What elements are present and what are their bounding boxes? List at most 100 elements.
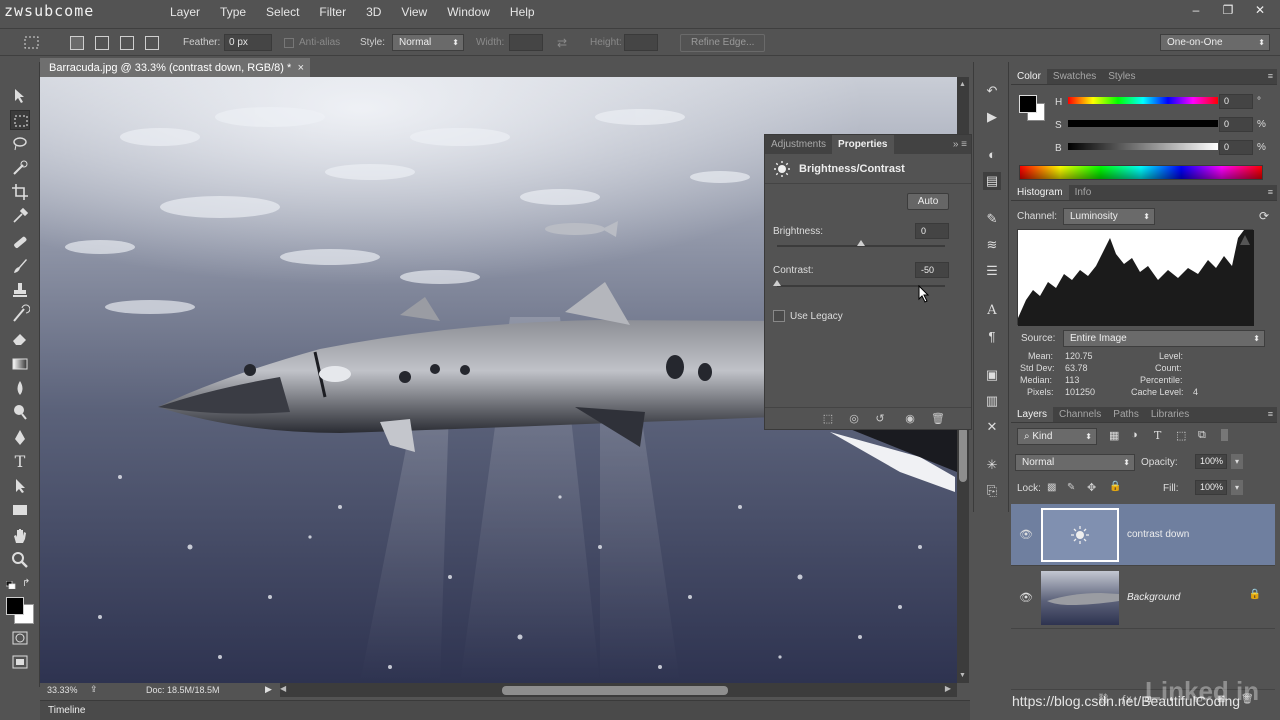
close-document-icon[interactable]: × bbox=[298, 58, 304, 78]
new-selection-icon[interactable] bbox=[70, 36, 84, 50]
panel-menu-icon[interactable]: ≡ bbox=[1268, 71, 1273, 81]
filter-adjustment-icon[interactable]: ◑ bbox=[1131, 429, 1138, 441]
menu-type[interactable]: Type bbox=[210, 5, 256, 19]
scroll-left-icon[interactable]: ◀ bbox=[280, 684, 286, 693]
workspace-select[interactable]: One-on-One ⬍ bbox=[1160, 34, 1270, 51]
brightness-hsb-input[interactable]: 0 bbox=[1219, 140, 1253, 155]
tab-paths[interactable]: Paths bbox=[1107, 407, 1145, 422]
view-previous-state-icon[interactable]: ◎ bbox=[847, 412, 861, 426]
quick-selection-tool-icon[interactable] bbox=[10, 158, 30, 178]
filter-pixel-icon[interactable]: ▦ bbox=[1109, 429, 1119, 442]
hue-slider[interactable] bbox=[1068, 97, 1218, 104]
foreground-color-swatch[interactable] bbox=[6, 597, 24, 615]
paragraph-icon[interactable]: ¶ bbox=[983, 328, 1001, 346]
type-tool-icon[interactable]: T bbox=[10, 452, 30, 472]
actions-play-icon[interactable]: ▶ bbox=[983, 108, 1001, 126]
layer-name[interactable]: contrast down bbox=[1127, 529, 1189, 540]
blend-mode-select[interactable]: Normal ⬍ bbox=[1015, 454, 1135, 471]
refresh-icon[interactable]: ⟳ bbox=[1259, 209, 1269, 223]
notes-icon[interactable]: ▥ bbox=[983, 392, 1001, 410]
feather-input[interactable]: 0 px bbox=[224, 34, 272, 51]
marquee-tool-preset-icon[interactable] bbox=[22, 33, 42, 53]
antialias-checkbox[interactable] bbox=[284, 38, 294, 48]
filter-smart-object-icon[interactable]: ⧉ bbox=[1198, 429, 1206, 442]
tab-layers[interactable]: Layers bbox=[1011, 407, 1054, 422]
eyedropper-tool-icon[interactable] bbox=[10, 206, 30, 226]
hue-input[interactable]: 0 bbox=[1219, 94, 1253, 109]
filter-shape-icon[interactable]: ⬚ bbox=[1176, 429, 1186, 442]
layer-row[interactable]: 👁 Background 🔒 bbox=[1011, 567, 1275, 629]
source-select[interactable]: Entire Image ⬍ bbox=[1063, 330, 1265, 347]
brush-tool-icon[interactable] bbox=[10, 256, 30, 276]
history-icon[interactable]: ↶ bbox=[983, 82, 1001, 100]
default-colors-icon[interactable] bbox=[5, 580, 16, 590]
blur-tool-icon[interactable] bbox=[10, 378, 30, 398]
lasso-tool-icon[interactable] bbox=[10, 134, 30, 154]
auto-button[interactable]: Auto bbox=[907, 193, 949, 210]
3d-icon[interactable]: ✳ bbox=[983, 456, 1001, 474]
timeline-panel-tab[interactable]: Timeline bbox=[40, 700, 970, 720]
document-tab[interactable]: Barracuda.jpg @ 33.3% (contrast down, RG… bbox=[40, 58, 310, 78]
quick-mask-icon[interactable] bbox=[10, 628, 30, 648]
tab-properties[interactable]: Properties bbox=[832, 135, 894, 154]
intersect-selection-icon[interactable] bbox=[145, 36, 159, 50]
fill-input[interactable]: 100% bbox=[1195, 480, 1227, 495]
minimize-button[interactable]: – bbox=[1182, 1, 1210, 19]
eraser-tool-icon[interactable] bbox=[10, 328, 30, 348]
visibility-eye-icon[interactable]: 👁 bbox=[1019, 528, 1033, 541]
panel-menu-icon[interactable]: » ≡ bbox=[953, 135, 971, 154]
delete-adjustment-icon[interactable]: 🗑 bbox=[931, 412, 945, 426]
use-legacy-checkbox[interactable] bbox=[773, 310, 785, 322]
menu-view[interactable]: View bbox=[391, 5, 437, 19]
tool-presets-icon[interactable]: ☰ bbox=[983, 262, 1001, 280]
lock-position-icon[interactable]: ✥ bbox=[1087, 481, 1096, 494]
scroll-right-icon[interactable]: ▶ bbox=[945, 684, 951, 693]
contrast-slider-thumb[interactable] bbox=[773, 280, 781, 286]
color-foreground-swatch[interactable] bbox=[1019, 95, 1037, 113]
zoom-tool-icon[interactable] bbox=[10, 550, 30, 570]
rectangle-tool-icon[interactable] bbox=[10, 500, 30, 520]
character-icon[interactable]: A bbox=[983, 302, 1001, 320]
filter-type-icon[interactable]: T bbox=[1154, 429, 1161, 442]
brightness-slider-thumb[interactable] bbox=[857, 240, 865, 246]
panel-menu-icon[interactable]: ≡ bbox=[1268, 409, 1273, 419]
subtract-selection-icon[interactable] bbox=[120, 36, 134, 50]
saturation-input[interactable]: 0 bbox=[1219, 117, 1253, 132]
lock-image-icon[interactable]: ✎ bbox=[1067, 482, 1075, 493]
brightness-hsb-slider[interactable] bbox=[1068, 143, 1218, 150]
brush-settings-icon[interactable]: ≋ bbox=[983, 236, 1001, 254]
path-selection-tool-icon[interactable] bbox=[10, 476, 30, 496]
refine-edge-button[interactable]: Refine Edge... bbox=[680, 34, 766, 52]
tab-histogram[interactable]: Histogram bbox=[1011, 185, 1069, 200]
hand-tool-icon[interactable] bbox=[10, 526, 30, 546]
horizontal-scroll-thumb[interactable] bbox=[502, 686, 728, 695]
tab-libraries[interactable]: Libraries bbox=[1145, 407, 1195, 422]
close-button[interactable]: ✕ bbox=[1246, 1, 1274, 19]
pen-tool-icon[interactable] bbox=[10, 428, 30, 448]
height-input[interactable] bbox=[624, 34, 658, 51]
tab-swatches[interactable]: Swatches bbox=[1047, 69, 1102, 84]
screen-mode-icon[interactable] bbox=[10, 652, 30, 672]
move-tool-icon[interactable] bbox=[10, 86, 30, 106]
lock-transparent-icon[interactable]: ▩ bbox=[1047, 482, 1056, 493]
opacity-input[interactable]: 100% bbox=[1195, 454, 1227, 469]
layer-comps-icon[interactable]: ▣ bbox=[983, 366, 1001, 384]
opacity-dropdown-icon[interactable]: ▾ bbox=[1231, 454, 1243, 469]
contrast-input[interactable]: -50 bbox=[915, 262, 949, 278]
tab-adjustments[interactable]: Adjustments bbox=[765, 135, 832, 154]
width-input[interactable] bbox=[509, 34, 543, 51]
brush-presets-icon[interactable]: ✎ bbox=[983, 210, 1001, 228]
add-selection-icon[interactable] bbox=[95, 36, 109, 50]
tab-color[interactable]: Color bbox=[1011, 69, 1047, 84]
fill-dropdown-icon[interactable]: ▾ bbox=[1231, 480, 1243, 495]
history-brush-tool-icon[interactable] bbox=[10, 304, 31, 324]
vertical-scroll-thumb[interactable] bbox=[959, 427, 967, 482]
menu-3d[interactable]: 3D bbox=[356, 5, 391, 19]
swap-icon[interactable]: ⇄ bbox=[557, 35, 567, 51]
filter-kind-select[interactable]: ⌕ Kind ⬍ bbox=[1017, 428, 1097, 445]
style-select[interactable]: Normal ⬍ bbox=[392, 34, 464, 51]
menu-help[interactable]: Help bbox=[500, 5, 545, 19]
dodge-tool-icon[interactable] bbox=[10, 402, 30, 422]
tab-channels[interactable]: Channels bbox=[1053, 407, 1107, 422]
visibility-eye-icon[interactable]: 👁 bbox=[1019, 591, 1033, 604]
